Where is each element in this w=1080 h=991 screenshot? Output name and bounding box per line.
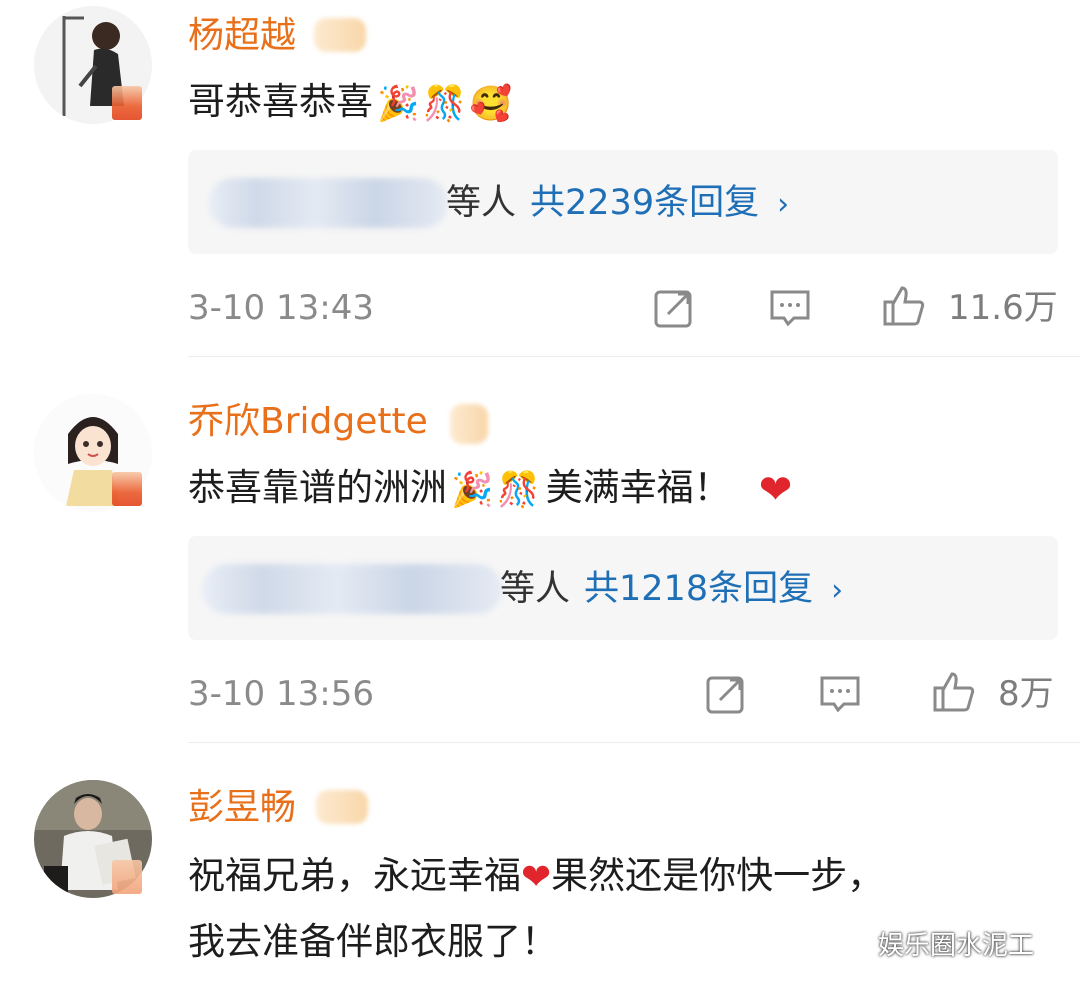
member-badge-icon (450, 404, 488, 444)
comment-body: 恭喜靠谱的洲洲 (188, 466, 447, 509)
reply-suffix: 等人 (446, 183, 517, 223)
replies-preview[interactable]: 等人 共1218条回复 › (188, 536, 1058, 640)
username[interactable]: 乔欣Bridgette (188, 400, 428, 444)
party-popper-icon: 🎉 (377, 83, 420, 124)
party-popper-icon: 🎉 (451, 469, 494, 510)
divider (188, 742, 1080, 743)
red-heart-icon: ❤ (758, 466, 793, 513)
chevron-right-icon[interactable]: › (831, 573, 843, 608)
comment-item-1: 杨超越 哥恭喜恭喜 🎉 🎊 🥰 等人 共2239条回复 › 3-10 13:43 11.6… (0, 0, 1080, 358)
repost-icon[interactable] (704, 672, 748, 716)
username[interactable]: 杨超越 (188, 14, 296, 58)
thumbs-up-icon[interactable] (932, 670, 976, 714)
comment-item-2: 乔欣Bridgette 恭喜靠谱的洲洲 🎉 🎊 美满幸福！ ❤ 等人 共1218条回复 › … (0, 358, 1080, 744)
like-count: 11.6万 (948, 288, 1058, 328)
smiling-face-icon: 🥰 (469, 83, 513, 124)
wechat-icon (838, 934, 872, 960)
watermark: 娱乐圈水泥工 (838, 925, 1034, 962)
comment-body-continued: 果然还是你快一步， (551, 854, 885, 897)
comment-text: 恭喜靠谱的洲洲 🎉 🎊 美满幸福！ ❤ (188, 458, 792, 520)
reply-suffix: 等人 (500, 569, 571, 609)
reply-count-link[interactable]: 共1218条回复 (584, 569, 813, 609)
timestamp: 3-10 13:56 (188, 674, 374, 714)
like-count: 8万 (998, 674, 1054, 714)
confetti-ball-icon: 🎊 (423, 83, 466, 124)
comment-text-line-1: 祝福兄弟，永远幸福❤果然还是你快一步， (188, 846, 884, 908)
thumbs-up-icon[interactable] (882, 284, 926, 328)
verified-badge-icon (112, 860, 142, 894)
blurred-reply-names (208, 178, 448, 228)
replies-summary[interactable]: 等人 共2239条回复 › (446, 178, 789, 230)
chevron-right-icon[interactable]: › (777, 187, 789, 222)
member-badge-icon (316, 790, 368, 824)
watermark-text: 娱乐圈水泥工 (878, 931, 1035, 961)
repost-icon[interactable] (652, 286, 696, 330)
timestamp: 3-10 13:43 (188, 288, 374, 328)
comment-body-end: 美满幸福！ (545, 466, 731, 509)
blurred-reply-names (202, 564, 502, 614)
replies-summary[interactable]: 等人 共1218条回复 › (500, 564, 843, 616)
verified-badge-icon (112, 86, 142, 120)
red-heart-icon: ❤ (521, 856, 552, 898)
member-badge-icon (314, 18, 366, 52)
comment-text-line-2: 我去准备伴郎衣服了！ (188, 920, 558, 963)
comment-body: 祝福兄弟，永远幸福 (188, 854, 521, 897)
comment-icon[interactable] (768, 286, 812, 330)
username[interactable]: 彭昱畅 (188, 786, 296, 830)
comment-icon[interactable] (818, 672, 862, 716)
divider (188, 356, 1080, 357)
reply-count-link[interactable]: 共2239条回复 (530, 183, 759, 223)
verified-badge-icon (112, 472, 142, 506)
comment-text: 哥恭喜恭喜 🎉 🎊 🥰 (188, 72, 512, 134)
confetti-ball-icon: 🎊 (497, 469, 540, 510)
comment-body: 哥恭喜恭喜 (188, 80, 373, 123)
replies-preview[interactable]: 等人 共2239条回复 › (188, 150, 1058, 254)
